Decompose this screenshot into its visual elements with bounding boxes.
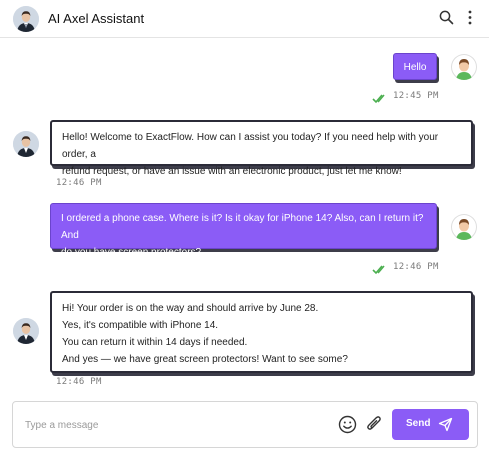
attachment-icon[interactable] bbox=[365, 415, 383, 439]
message-time: 12:46 PM bbox=[393, 262, 439, 272]
message-line: Hello! Welcome to ExactFlow. How can I a… bbox=[62, 132, 439, 160]
message-list[interactable]: Hello 12:45 PM Hello! Welcome to ExactFl… bbox=[0, 38, 489, 398]
read-receipt-icon bbox=[372, 262, 388, 280]
message-time: 12:46 PM bbox=[56, 178, 102, 188]
user-avatar bbox=[451, 54, 477, 80]
assistant-message: Hello! Welcome to ExactFlow. How can I a… bbox=[50, 120, 473, 177]
send-button[interactable]: Send bbox=[392, 409, 469, 440]
message-time: 12:46 PM bbox=[56, 377, 102, 387]
assistant-avatar bbox=[13, 318, 39, 344]
user-message: Hello bbox=[393, 53, 437, 80]
message-composer: Send bbox=[12, 401, 478, 448]
send-label: Send bbox=[406, 418, 431, 429]
read-receipt-icon bbox=[372, 91, 388, 109]
emoji-icon[interactable] bbox=[338, 415, 357, 439]
message-line: Hi! Your order is on the way and should … bbox=[62, 303, 319, 314]
message-line: refund request, or have an issue with an… bbox=[62, 166, 402, 177]
message-line: I ordered a phone case. Where is it? Is … bbox=[61, 213, 424, 241]
assistant-name: AI Axel Assistant bbox=[48, 11, 145, 26]
message-time: 12:45 PM bbox=[393, 91, 439, 101]
message-line: Yes, it's compatible with iPhone 14. bbox=[62, 320, 219, 331]
more-vertical-icon[interactable] bbox=[467, 10, 473, 30]
message-line: You can return it within 14 days if need… bbox=[62, 337, 248, 348]
message-line: And yes — we have great screen protector… bbox=[62, 354, 348, 365]
message-text: Hello bbox=[403, 62, 427, 73]
message-input[interactable] bbox=[25, 417, 325, 433]
message-line: do you have screen protectors? bbox=[61, 247, 202, 258]
user-message: I ordered a phone case. Where is it? Is … bbox=[50, 203, 437, 258]
chat-header: AI Axel Assistant bbox=[0, 0, 489, 38]
user-avatar bbox=[451, 214, 477, 240]
assistant-message: Hi! Your order is on the way and should … bbox=[50, 291, 473, 373]
assistant-avatar bbox=[13, 131, 39, 157]
assistant-avatar bbox=[13, 6, 39, 32]
search-icon[interactable] bbox=[439, 10, 454, 30]
